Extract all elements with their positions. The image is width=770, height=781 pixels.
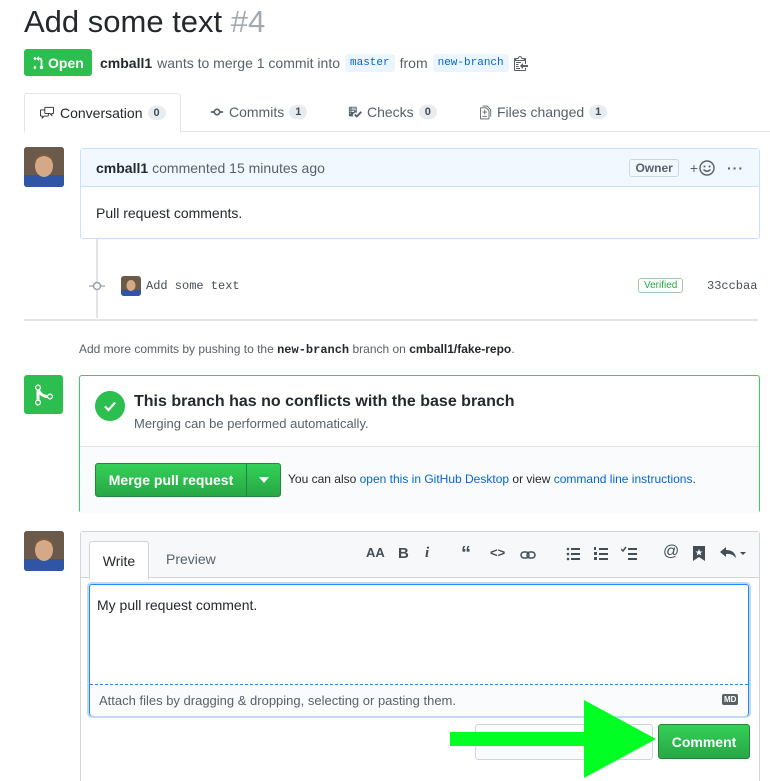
user-avatar-image <box>24 531 64 571</box>
comment-header: cmball1 commented 15 minutes ago Owner +… <box>81 149 759 187</box>
link-icon[interactable] <box>520 548 536 564</box>
head-branch[interactable]: new-branch <box>432 54 509 72</box>
comment-button[interactable]: Comment <box>658 724 750 759</box>
commit-sha[interactable]: 33ccbaa <box>707 279 757 293</box>
bookmark-icon[interactable] <box>693 546 705 564</box>
mention-icon[interactable]: @ <box>663 543 679 561</box>
annotation-arrow-icon <box>450 700 656 778</box>
chevron-down-icon <box>258 477 269 483</box>
git-merge-icon <box>34 383 53 405</box>
tab-conversation-count: 0 <box>147 106 166 120</box>
base-branch[interactable]: master <box>345 54 395 72</box>
status-badge: Open <box>24 49 92 76</box>
merge-alternatives: You can also open this in GitHub Desktop… <box>288 472 696 486</box>
comment-author[interactable]: cmball1 <box>96 160 148 176</box>
reply-icon[interactable] <box>720 546 746 563</box>
pr-title-text: Add some text <box>24 4 223 39</box>
commit-icon <box>210 108 224 116</box>
comment-body: Pull request comments. <box>96 204 243 221</box>
tab-commits-count: 1 <box>289 105 308 119</box>
tab-write[interactable]: Write <box>89 541 149 580</box>
pr-tabs: Conversation 0 Commits 1 Checks 0 Files … <box>24 93 770 133</box>
comment-box: cmball1 commented 15 minutes ago Owner +… <box>80 148 760 239</box>
push-hint: Add more commits by pushing to the new-b… <box>79 342 515 357</box>
tab-checks-count: 0 <box>418 105 437 119</box>
timeline-divider <box>24 319 758 321</box>
tab-checks[interactable]: Checks 0 <box>348 93 437 131</box>
bold-icon[interactable]: B <box>398 545 409 562</box>
tab-preview[interactable]: Preview <box>166 551 216 567</box>
merge-or-view-text: or view <box>512 472 551 486</box>
user-avatar-image <box>24 147 64 187</box>
push-hint-prefix: Add more commits by pushing to the <box>79 342 274 356</box>
open-desktop-link[interactable]: open this in GitHub Desktop <box>360 472 509 486</box>
tab-checks-label: Checks <box>367 104 414 120</box>
check-circle-icon <box>95 391 125 421</box>
push-hint-branch: new-branch <box>277 343 350 357</box>
comment-textarea-wrapper: My pull request comment. Attach files by… <box>89 584 749 716</box>
verified-badge[interactable]: Verified <box>638 278 684 293</box>
push-hint-repo: cmball1/fake-repo <box>409 342 512 356</box>
pr-author-link[interactable]: cmball1 <box>100 55 152 71</box>
bulleted-list-icon[interactable] <box>566 547 580 564</box>
pr-from-text: from <box>399 55 428 71</box>
tab-commits-label: Commits <box>229 104 285 120</box>
tab-files-changed-label: Files changed <box>497 104 585 120</box>
tab-conversation[interactable]: Conversation 0 <box>24 93 181 133</box>
merge-pull-request-button[interactable]: Merge pull request <box>95 463 247 497</box>
tab-files-changed-count: 1 <box>589 105 608 119</box>
code-icon[interactable]: <> <box>490 545 505 560</box>
attach-files-text: Attach files by dragging & dropping, sel… <box>99 693 456 708</box>
merge-status-title: This branch has no conflicts with the ba… <box>134 393 515 410</box>
owner-badge: Owner <box>629 158 679 177</box>
pr-title: Add some text #4 <box>24 4 265 40</box>
push-hint-suffix: . <box>511 342 515 356</box>
merge-status-subtitle: Merging can be performed automatically. <box>134 416 369 431</box>
checklist-icon <box>348 106 362 118</box>
merge-options-dropdown[interactable] <box>246 463 281 497</box>
tab-commits[interactable]: Commits 1 <box>210 93 308 131</box>
file-diff-icon <box>480 105 492 119</box>
merge-box: This branch has no conflicts with the ba… <box>79 375 760 513</box>
commit-node-icon <box>89 278 105 297</box>
add-reaction-plus: + <box>689 159 698 176</box>
smiley-icon <box>699 159 715 176</box>
merge-status-icon <box>24 375 63 414</box>
pr-number: #4 <box>230 4 266 39</box>
pull-request-icon <box>33 55 44 69</box>
comment-timestamp[interactable]: commented 15 minutes ago <box>152 160 325 176</box>
clipboard-icon[interactable] <box>513 55 528 71</box>
commit-avatar[interactable] <box>121 276 141 296</box>
pr-meta: cmball1 wants to merge 1 commit into mas… <box>100 54 528 72</box>
text-size-icon[interactable]: AA <box>366 545 385 560</box>
avatar[interactable] <box>24 147 64 187</box>
italic-icon[interactable]: i <box>425 545 429 562</box>
commit-message[interactable]: Add some text <box>146 279 240 293</box>
merge-period: . <box>692 472 696 486</box>
tab-conversation-label: Conversation <box>60 105 143 121</box>
markdown-icon[interactable]: MD <box>722 694 739 705</box>
command-line-link[interactable]: command line instructions <box>554 472 693 486</box>
commit-avatar-image <box>121 276 141 296</box>
task-list-icon[interactable] <box>620 546 637 563</box>
quote-icon[interactable]: “ <box>461 543 471 566</box>
merge-also-text: You can also <box>288 472 357 486</box>
add-reaction-button[interactable]: + <box>690 160 715 176</box>
current-user-avatar[interactable] <box>24 531 64 571</box>
comment-textarea[interactable]: My pull request comment. <box>97 597 257 613</box>
pr-merge-text: wants to merge 1 commit into <box>157 55 340 71</box>
more-options-icon[interactable]: ··· <box>727 160 744 176</box>
numbered-list-icon[interactable] <box>594 547 608 564</box>
tab-files-changed[interactable]: Files changed 1 <box>480 93 608 131</box>
status-badge-label: Open <box>48 54 84 71</box>
push-hint-middle: branch on <box>352 342 406 356</box>
comment-discussion-icon <box>40 106 54 120</box>
